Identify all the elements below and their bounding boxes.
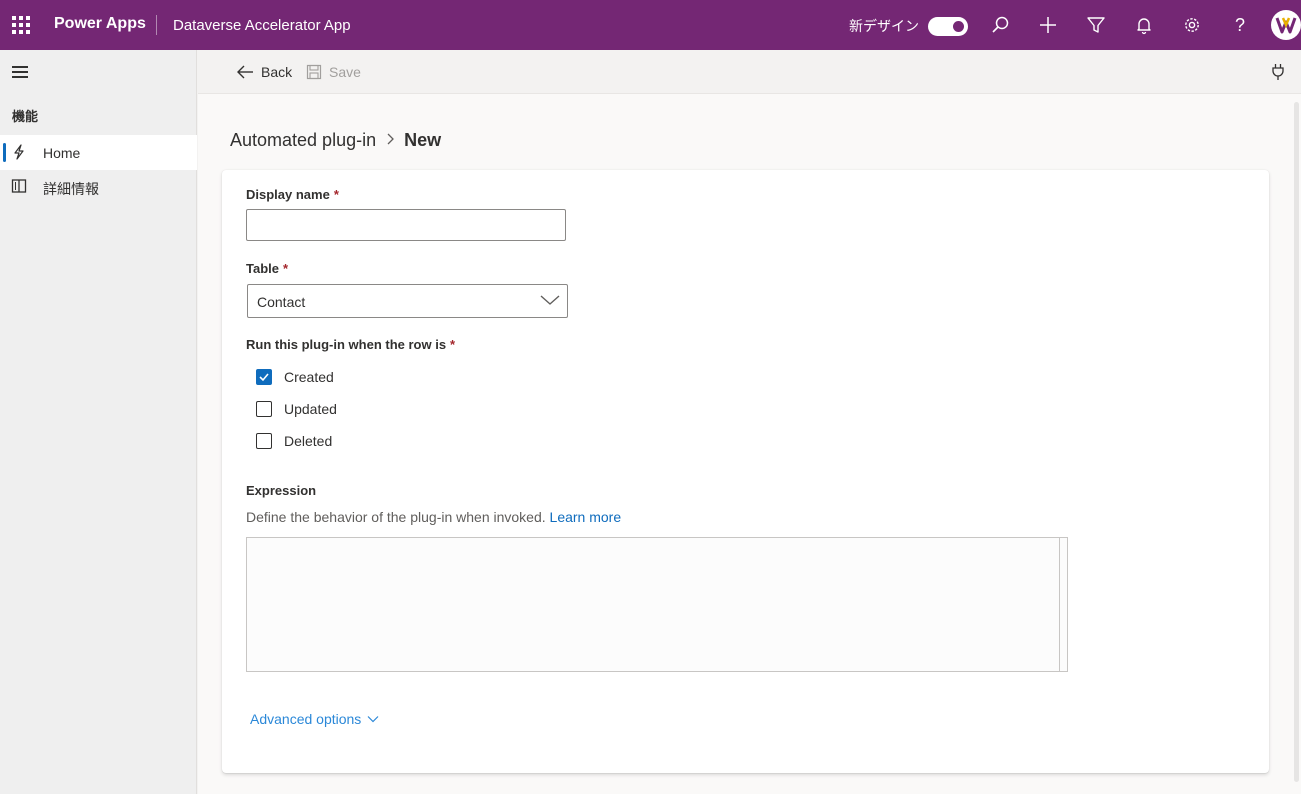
command-bar: Back Save — [198, 50, 1301, 94]
advanced-options-toggle[interactable]: Advanced options — [250, 711, 379, 727]
search-icon[interactable] — [988, 13, 1012, 37]
sidebar-section-title: 機能 — [12, 109, 39, 124]
sidebar-item-label: 詳細情報 — [43, 181, 99, 197]
expression-hint-text: Define the behavior of the plug-in when … — [246, 509, 546, 525]
table-select-value: Contact — [257, 294, 306, 310]
breadcrumb: Automated plug-in New — [230, 130, 441, 151]
brand-divider — [156, 15, 157, 35]
editor-scrollbar[interactable] — [1059, 538, 1060, 671]
expression-editor[interactable] — [246, 537, 1068, 672]
bolt-icon — [11, 144, 27, 160]
sidebar: 機能 Home 詳細情報 — [0, 50, 197, 794]
required-mark: * — [333, 187, 339, 202]
table-label-text: Table — [246, 261, 279, 276]
add-icon[interactable] — [1036, 13, 1060, 37]
deleted-checkbox[interactable]: Deleted — [256, 431, 332, 451]
breadcrumb-parent[interactable]: Automated plug-in — [230, 130, 376, 151]
learn-more-link[interactable]: Learn more — [550, 509, 622, 525]
advanced-options-label: Advanced options — [250, 711, 362, 727]
sidebar-item-home[interactable]: Home — [0, 135, 197, 170]
checkbox-box[interactable] — [256, 369, 272, 385]
hamburger-menu-icon[interactable] — [12, 66, 28, 78]
display-name-label: Display name * — [246, 187, 339, 202]
run-when-label-text: Run this plug-in when the row is — [246, 337, 447, 352]
new-design-toggle[interactable] — [928, 17, 968, 36]
back-arrow-icon — [237, 65, 253, 79]
sidebar-item-details[interactable]: 詳細情報 — [0, 169, 197, 204]
top-bar: Power Apps Dataverse Accelerator App 新デザ… — [0, 0, 1301, 50]
created-checkbox[interactable]: Created — [256, 367, 334, 387]
waffle-icon[interactable] — [12, 16, 30, 34]
checkbox-label: Updated — [284, 401, 337, 417]
plug-icon[interactable] — [1269, 63, 1287, 81]
checkmark-icon — [259, 373, 269, 382]
required-mark: * — [450, 337, 456, 352]
checkbox-label: Deleted — [284, 433, 333, 449]
brand-name[interactable]: Power Apps — [54, 15, 146, 33]
chevron-down-icon — [367, 716, 379, 723]
save-button[interactable]: Save — [306, 62, 361, 82]
back-button[interactable]: Back — [236, 62, 292, 82]
updated-checkbox[interactable]: Updated — [256, 399, 337, 419]
checkbox-box[interactable] — [256, 433, 272, 449]
active-indicator — [3, 143, 6, 162]
help-icon[interactable]: ? — [1228, 13, 1252, 37]
app-name[interactable]: Dataverse Accelerator App — [173, 17, 351, 34]
required-mark: * — [283, 261, 289, 276]
run-when-label: Run this plug-in when the row is * — [246, 337, 455, 352]
chevron-down-icon — [540, 293, 560, 307]
form-card: Display name * Table * Contact Run this pl… — [222, 170, 1269, 773]
sidebar-item-label: Home — [43, 145, 81, 161]
save-icon — [306, 64, 322, 80]
back-label: Back — [261, 64, 293, 80]
table-select[interactable]: Contact — [247, 284, 568, 318]
display-name-label-text: Display name — [246, 187, 330, 202]
save-label: Save — [329, 64, 361, 80]
new-design-label: 新デザイン — [849, 18, 919, 34]
checkbox-label: Created — [284, 369, 334, 385]
filter-icon[interactable] — [1084, 13, 1108, 37]
display-name-input[interactable] — [246, 209, 566, 241]
expression-hint: Define the behavior of the plug-in when … — [246, 509, 621, 525]
chevron-right-icon — [385, 130, 395, 151]
breadcrumb-current: New — [404, 130, 442, 150]
page-scrollbar[interactable] — [1294, 102, 1299, 782]
table-label: Table * — [246, 261, 288, 276]
checkbox-box[interactable] — [256, 401, 272, 417]
settings-icon[interactable] — [1180, 13, 1204, 37]
book-icon — [11, 178, 27, 194]
main-content: Automated plug-in New Display name * Tabl… — [198, 94, 1301, 794]
notification-icon[interactable] — [1132, 13, 1156, 37]
avatar[interactable] — [1271, 10, 1301, 40]
expression-label: Expression — [246, 483, 317, 498]
